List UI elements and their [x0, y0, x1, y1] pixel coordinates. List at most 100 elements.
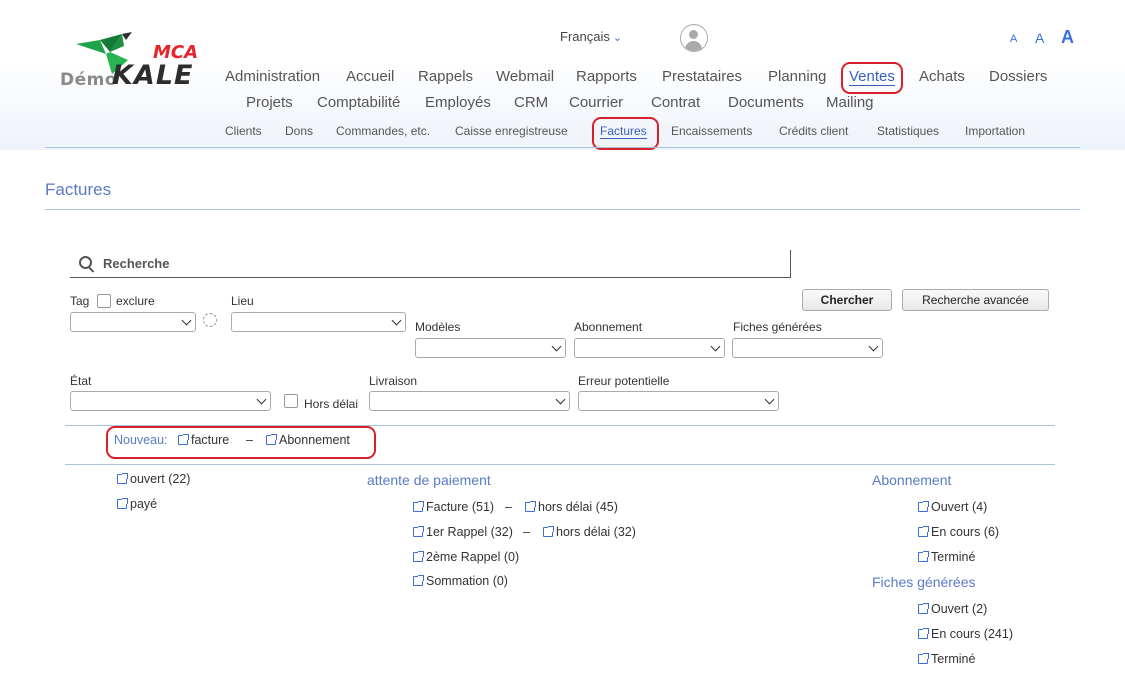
chevron-down-icon: [710, 341, 721, 352]
nav-comptabilite[interactable]: Comptabilité: [317, 94, 400, 111]
fiches-ouvert-link[interactable]: Ouvert (2): [918, 602, 987, 616]
external-link-icon: [918, 603, 929, 614]
header-divider: [45, 147, 1080, 148]
subnav-encaissements[interactable]: Encaissements: [671, 124, 752, 138]
exclude-label: exclure: [116, 294, 155, 308]
ouvert-link[interactable]: ouvert (22): [117, 472, 190, 486]
font-size-large-button[interactable]: A: [1061, 27, 1074, 48]
chevron-down-icon: [764, 394, 775, 405]
new-abonnement-link[interactable]: Abonnement: [266, 433, 350, 447]
hors-delai-label: Hors délai: [304, 397, 359, 411]
nav-dossiers[interactable]: Dossiers: [989, 68, 1047, 85]
font-size-medium-button[interactable]: A: [1035, 30, 1044, 46]
chevron-down-icon: [391, 315, 402, 326]
advanced-search-button[interactable]: Recherche avancée: [902, 289, 1049, 311]
erreur-select[interactable]: [578, 391, 779, 411]
nav-accueil[interactable]: Accueil: [346, 68, 394, 85]
external-link-icon: [543, 526, 554, 537]
new-facture-link[interactable]: facture: [178, 433, 229, 447]
new-facture-label: facture: [191, 433, 230, 447]
abo-termine-link[interactable]: Terminé: [918, 550, 975, 564]
search-button[interactable]: Chercher: [802, 289, 892, 311]
facture-hors-delai-link[interactable]: hors délai (45): [525, 500, 618, 514]
nav-prestataires[interactable]: Prestataires: [662, 68, 742, 85]
exclude-checkbox[interactable]: [97, 294, 111, 308]
font-size-small-button[interactable]: A: [1010, 33, 1017, 45]
fiches-termine-link[interactable]: Terminé: [918, 652, 975, 666]
logo-brand: KALE: [112, 60, 194, 91]
abo-ouvert-label: Ouvert (4): [931, 500, 988, 514]
nav-achats[interactable]: Achats: [919, 68, 965, 85]
sommation-label: Sommation (0): [426, 574, 508, 588]
nav-projets[interactable]: Projets: [246, 94, 293, 111]
nav-documents[interactable]: Documents: [728, 94, 804, 111]
fiches-encours-link[interactable]: En cours (241): [918, 627, 1013, 641]
nav-webmail[interactable]: Webmail: [496, 68, 554, 85]
logo[interactable]: MCA Démo KALE: [58, 30, 210, 96]
new-bar-bottom-divider: [65, 464, 1055, 465]
search-placeholder: Recherche: [103, 256, 170, 271]
external-link-icon: [413, 526, 424, 537]
sommation-link[interactable]: Sommation (0): [413, 574, 508, 588]
nav-planning[interactable]: Planning: [768, 68, 826, 85]
rappel2-link[interactable]: 2ème Rappel (0): [413, 550, 519, 564]
external-link-icon: [178, 434, 189, 445]
subnav-dons[interactable]: Dons: [285, 124, 313, 138]
fiches-generees-label: Fiches générées: [733, 320, 822, 334]
lieu-select[interactable]: [231, 312, 406, 332]
fiches-encours-label: En cours (241): [931, 627, 1013, 641]
subnav-credits-client[interactable]: Crédits client: [779, 124, 848, 138]
fiches-generees-select[interactable]: [732, 338, 883, 358]
nav-mailing[interactable]: Mailing: [826, 94, 874, 111]
page-title: Factures: [45, 180, 112, 199]
subnav-clients[interactable]: Clients: [225, 124, 262, 138]
search-input[interactable]: [70, 250, 791, 278]
nav-courrier[interactable]: Courrier: [569, 94, 623, 111]
logo-demo-label: Démo: [60, 70, 118, 90]
nav-contrat[interactable]: Contrat: [651, 94, 700, 111]
nav-employes[interactable]: Employés: [425, 94, 491, 111]
tag-radio[interactable]: [203, 313, 217, 327]
chevron-down-icon: ⌄: [612, 32, 623, 44]
rappel2-label: 2ème Rappel (0): [426, 550, 520, 564]
external-link-icon: [117, 473, 128, 484]
abo-encours-label: En cours (6): [931, 525, 1000, 539]
rappel1-label: 1er Rappel (32): [426, 525, 513, 539]
modeles-select[interactable]: [415, 338, 566, 358]
lieu-label: Lieu: [231, 294, 254, 308]
paye-label: payé: [130, 497, 158, 511]
new-label: Nouveau:: [114, 433, 168, 447]
user-avatar-icon[interactable]: [680, 24, 708, 52]
title-divider: [45, 209, 1080, 210]
language-label: Français: [560, 29, 610, 44]
livraison-select[interactable]: [369, 391, 570, 411]
nav-crm[interactable]: CRM: [514, 94, 548, 111]
subnav-caisse[interactable]: Caisse enregistreuse: [455, 124, 568, 138]
abo-termine-label: Terminé: [931, 550, 976, 564]
rappel1-link[interactable]: 1er Rappel (32): [413, 525, 513, 539]
abonnement-select[interactable]: [574, 338, 725, 358]
rappel1-hors-delai-label: hors délai (32): [556, 525, 636, 539]
hors-delai-checkbox[interactable]: [284, 394, 298, 408]
etat-select[interactable]: [70, 391, 271, 411]
subnav-importation[interactable]: Importation: [965, 124, 1025, 138]
facture-link[interactable]: Facture (51): [413, 500, 494, 514]
facture-hors-delai-label: hors délai (45): [538, 500, 618, 514]
rappel1-hors-delai-link[interactable]: hors délai (32): [543, 525, 636, 539]
nav-administration[interactable]: Administration: [225, 68, 320, 85]
abo-ouvert-link[interactable]: Ouvert (4): [918, 500, 987, 514]
subnav-statistiques[interactable]: Statistiques: [877, 124, 939, 138]
tag-label: Tag: [70, 294, 90, 308]
highlight-factures: [592, 117, 659, 150]
paye-link[interactable]: payé: [117, 497, 157, 511]
fiches-ouvert-label: Ouvert (2): [931, 602, 988, 616]
subnav-commandes[interactable]: Commandes, etc.: [336, 124, 430, 138]
nav-rappels[interactable]: Rappels: [418, 68, 473, 85]
nav-rapports[interactable]: Rapports: [576, 68, 637, 85]
language-selector[interactable]: Français ⌄: [560, 29, 622, 44]
modeles-label: Modèles: [415, 320, 461, 334]
abo-encours-link[interactable]: En cours (6): [918, 525, 999, 539]
new-abonnement-label: Abonnement: [279, 433, 350, 447]
tag-select[interactable]: [70, 312, 196, 332]
chevron-down-icon: [256, 394, 267, 405]
